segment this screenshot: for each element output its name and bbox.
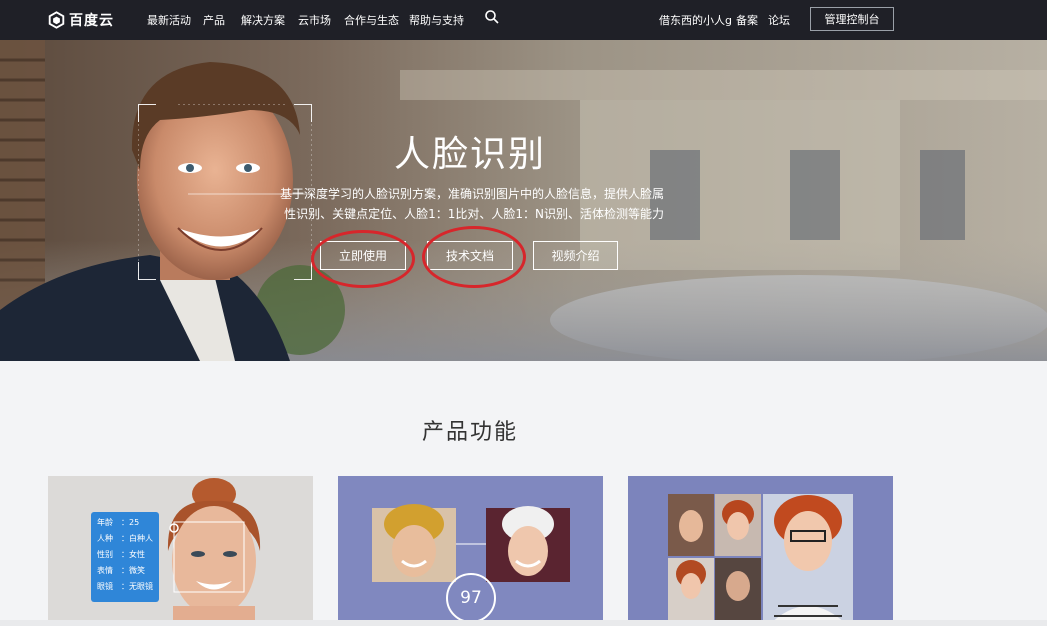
attribute-row: 性别 ：女性	[97, 550, 145, 559]
hero-description: 基于深度学习的人脸识别方案，准确识别图片中的人脸信息，提供人脸属 性识别、关键点…	[280, 184, 664, 224]
nav-item-marketplace[interactable]: 云市场	[298, 12, 331, 28]
attribute-row: 人种 ：白种人	[97, 534, 153, 543]
nav-item-latest[interactable]: 最新活动	[147, 12, 191, 28]
forum-link[interactable]: 论坛	[768, 12, 790, 28]
brand-name: 百度云	[69, 13, 114, 29]
attribute-row: 表情 ：微笑	[97, 566, 145, 575]
top-navbar: 百度云 最新活动 产品 解决方案 云市场 合作与生态 帮助与支持 借东西的小人g…	[0, 0, 1047, 40]
nav-item-help[interactable]: 帮助与支持	[409, 12, 464, 28]
cube-logo-icon	[48, 11, 65, 29]
use-now-button[interactable]: 立即使用	[320, 241, 406, 270]
section-title: 产品功能	[421, 420, 518, 445]
attribute-panel: 年龄 ：25 人种 ：白种人 性别 ：女性 表情 ：微笑 眼镜 ：无眼镜	[91, 512, 159, 602]
similarity-score: 97	[446, 573, 496, 623]
nav-item-solutions[interactable]: 解决方案	[241, 12, 285, 28]
hero-title: 人脸识别	[393, 134, 546, 175]
tech-docs-button[interactable]: 技术文档	[427, 241, 513, 270]
face-search-image	[628, 476, 893, 626]
record-link[interactable]: 备案	[736, 12, 758, 28]
console-button[interactable]: 管理控制台	[810, 7, 894, 31]
search-icon[interactable]	[484, 9, 500, 25]
woman-face-image	[48, 476, 313, 626]
user-name-link[interactable]: 借东西的小人g	[659, 12, 732, 28]
hero-banner: 人脸识别 基于深度学习的人脸识别方案，准确识别图片中的人脸信息，提供人脸属 性识…	[0, 40, 1047, 361]
hero-description-line: 基于深度学习的人脸识别方案，准确识别图片中的人脸信息，提供人脸属	[280, 187, 665, 201]
attribute-row: 眼镜 ：无眼镜	[97, 582, 153, 591]
video-intro-button[interactable]: 视频介绍	[533, 241, 618, 270]
feature-card-attributes[interactable]: 年龄 ：25 人种 ：白种人 性别 ：女性 表情 ：微笑 眼镜 ：无眼镜	[48, 476, 313, 626]
page-bottom-edge	[0, 620, 1047, 626]
nav-item-partners[interactable]: 合作与生态	[344, 12, 399, 28]
hero-description-line: 性识别、关键点定位、人脸1：1比对、人脸1：N识别、活体检测等能力	[284, 207, 664, 221]
attribute-row: 年龄 ：25	[97, 518, 140, 527]
feature-card-comparison[interactable]: 97	[338, 476, 603, 626]
brand-logo[interactable]: 百度云	[48, 8, 114, 32]
nav-item-products[interactable]: 产品	[203, 12, 225, 28]
feature-card-search[interactable]	[628, 476, 893, 626]
